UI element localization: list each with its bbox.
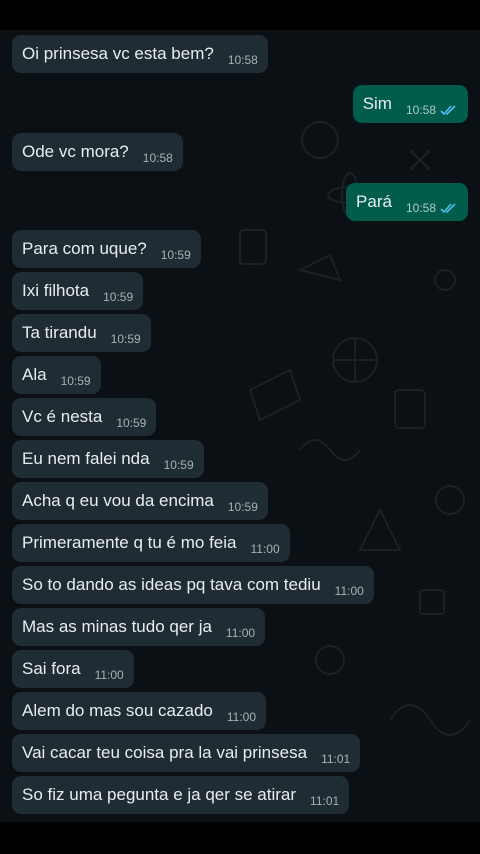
incoming-message[interactable]: Alem do mas sou cazado 11:00	[12, 692, 267, 730]
message-time: 10:58	[142, 151, 173, 165]
incoming-message[interactable]: Acha q eu vou da encima 10:59	[12, 482, 268, 520]
chat-area[interactable]: Oi prinsesa vc esta bem? 10:58 Sim 10:58 Ode…	[0, 30, 480, 822]
message-time: 10:59	[60, 374, 91, 388]
message-text: Sai fora	[22, 659, 81, 678]
message-text: Eu nem falei nda	[22, 449, 150, 468]
message-time: 11:00	[94, 668, 124, 682]
message-time: 10:59	[160, 248, 191, 262]
message-text: Vai cacar teu coisa pra la vai prinsesa	[22, 743, 308, 762]
message-text: Ode vc mora?	[22, 142, 129, 161]
message-text: So to dando as ideas pq tava com tediu	[22, 575, 321, 594]
message-time: 11:00	[225, 626, 256, 640]
message-time: 10:59	[116, 416, 147, 430]
incoming-message[interactable]: Ode vc mora? 10:58	[12, 133, 183, 171]
message-text: Pará	[356, 192, 392, 211]
message-text: Oi prinsesa vc esta bem?	[22, 44, 214, 63]
message-text: Mas as minas tudo qer ja	[22, 617, 212, 636]
incoming-message[interactable]: Ala 10:59	[12, 356, 101, 394]
message-time: 11:00	[250, 542, 280, 556]
incoming-message[interactable]: So to dando as ideas pq tava com tediu 11…	[12, 566, 374, 604]
bottom-bar	[0, 822, 480, 854]
message-time: 10:59	[227, 500, 258, 514]
incoming-message[interactable]: Ta tirandu 10:59	[12, 314, 151, 352]
outgoing-message[interactable]: Pará 10:58	[346, 183, 468, 221]
message-text: Alem do mas sou cazado	[22, 701, 213, 720]
incoming-message[interactable]: So fiz uma pegunta e ja qer se atirar 11:…	[12, 776, 350, 814]
incoming-message[interactable]: Ixi filhota 10:59	[12, 272, 144, 310]
incoming-message[interactable]: Vc é nesta 10:59	[12, 398, 157, 436]
message-time: 11:00	[226, 710, 257, 724]
message-time: 11:00	[334, 584, 364, 598]
incoming-message[interactable]: Oi prinsesa vc esta bem? 10:58	[12, 35, 268, 73]
message-text: Vc é nesta	[22, 407, 103, 426]
message-text: Ta tirandu	[22, 323, 97, 342]
message-text: Primeramente q tu é mo feia	[22, 533, 237, 552]
message-time: 11:01	[310, 794, 340, 808]
message-text: Sim	[362, 94, 392, 113]
incoming-message[interactable]: Eu nem falei nda 10:59	[12, 440, 204, 478]
message-time: 11:01	[321, 752, 351, 766]
message-time: 10:59	[163, 458, 194, 472]
incoming-message[interactable]: Primeramente q tu é mo feia 11:00	[12, 524, 290, 562]
incoming-message[interactable]: Para com uque? 10:59	[12, 230, 201, 268]
double-check-read-icon	[440, 104, 458, 116]
message-text: Para com uque?	[22, 239, 147, 258]
message-text: Ixi filhota	[22, 281, 90, 300]
outgoing-message[interactable]: Sim 10:58	[352, 85, 468, 123]
message-time: 10:59	[110, 332, 141, 346]
message-text: So fiz uma pegunta e ja qer se atirar	[22, 785, 297, 804]
double-check-read-icon	[440, 202, 458, 214]
message-time: 10:58	[227, 53, 258, 67]
message-time: 10:58	[405, 103, 436, 117]
message-text: Ala	[22, 365, 47, 384]
message-time: 10:58	[405, 201, 436, 215]
incoming-message[interactable]: Sai fora 11:00	[12, 650, 134, 688]
message-time: 10:59	[103, 290, 134, 304]
message-text: Acha q eu vou da encima	[22, 491, 214, 510]
incoming-message[interactable]: Mas as minas tudo qer ja 11:00	[12, 608, 266, 646]
incoming-message[interactable]: Vai cacar teu coisa pra la vai prinsesa 1…	[12, 734, 361, 772]
